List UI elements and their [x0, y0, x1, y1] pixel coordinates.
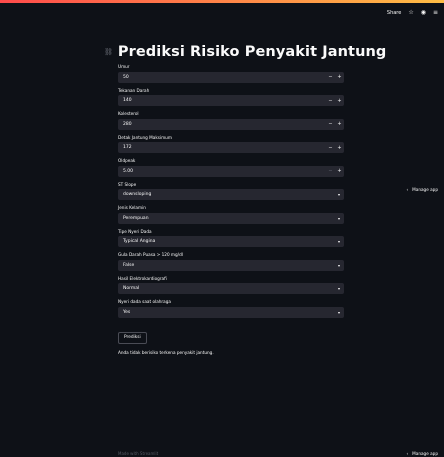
chevron-down-icon[interactable]: ▾: [338, 286, 340, 291]
ekg-value[interactable]: Normal: [118, 286, 344, 291]
oldpeak-input[interactable]: 5.00 − +: [118, 165, 344, 177]
prediksi-button[interactable]: Prediksi: [118, 331, 147, 344]
tekanan-darah-decrement-button[interactable]: −: [326, 98, 335, 104]
oldpeak-label: Oldpeak: [118, 158, 136, 163]
page-header: ⛓ Prediksi Risiko Penyakit Jantung: [104, 44, 386, 60]
star-icon[interactable]: ☆: [408, 10, 413, 16]
manage-app-button-bottom[interactable]: ‹ Manage app: [406, 451, 438, 456]
manage-app-label: Manage app: [412, 187, 438, 192]
tipe-nyeri-value[interactable]: Typical Angina: [118, 239, 344, 244]
chevron-down-icon[interactable]: ▾: [338, 310, 340, 315]
chevron-down-icon[interactable]: ▾: [338, 216, 340, 221]
kolesterol-label: Kolesterol: [118, 111, 139, 116]
jenis-kelamin-value[interactable]: Perempuan: [118, 216, 344, 221]
chevron-down-icon[interactable]: ▾: [338, 263, 340, 268]
umur-decrement-button[interactable]: −: [326, 74, 335, 80]
link-icon[interactable]: ⛓: [104, 48, 113, 56]
prediction-result: Anda tidak berisiko terkena penyakit jan…: [118, 349, 214, 355]
tipe-nyeri-label: Tipe Nyeri Dada: [118, 228, 152, 234]
field-jenis-kelamin: Jenis Kelamin Perempuan ▾: [118, 205, 344, 224]
chevron-left-icon: ‹: [406, 451, 409, 456]
detak-jantung-increment-button[interactable]: +: [335, 145, 344, 151]
menu-icon[interactable]: ≡: [433, 10, 438, 16]
tekanan-darah-value[interactable]: 140: [118, 98, 326, 103]
field-kolesterol: Kolesterol 280 − +: [118, 111, 344, 130]
field-st-slope: ST Slope downsloping ▾: [118, 181, 344, 200]
nyeri-olahraga-label: Nyeri dada saat olahraga: [118, 299, 171, 304]
st-slope-label: ST Slope: [118, 181, 137, 187]
github-icon[interactable]: ◉: [421, 10, 426, 16]
field-detak-jantung: Detak Jantung Maksimum 172 − +: [118, 134, 344, 153]
gula-darah-value[interactable]: False: [118, 263, 344, 268]
field-ekg: Hasil Elektrokardiografi Normal ▾: [118, 275, 344, 294]
jenis-kelamin-select[interactable]: Perempuan ▾: [118, 212, 344, 224]
app-toolbar: Share ☆ ◉ ≡: [387, 10, 438, 17]
detak-jantung-decrement-button[interactable]: −: [326, 145, 335, 151]
kolesterol-increment-button[interactable]: +: [335, 121, 344, 127]
page-title: Prediksi Risiko Penyakit Jantung: [117, 44, 387, 60]
umur-value[interactable]: 50: [118, 75, 326, 80]
jenis-kelamin-label: Jenis Kelamin: [118, 205, 146, 210]
tipe-nyeri-select[interactable]: Typical Angina ▾: [118, 236, 344, 247]
manage-app-label: Manage app: [412, 451, 438, 456]
ekg-select[interactable]: Normal ▾: [118, 283, 344, 294]
tekanan-darah-input[interactable]: 140 − +: [118, 95, 344, 106]
field-nyeri-olahraga: Nyeri dada saat olahraga Yes ▾: [118, 299, 344, 318]
st-slope-value[interactable]: downsloping: [118, 192, 344, 197]
detak-jantung-input[interactable]: 172 − +: [118, 142, 344, 153]
kolesterol-value[interactable]: 280: [118, 122, 326, 127]
oldpeak-increment-button[interactable]: +: [335, 168, 344, 174]
field-gula-darah: Gula Darah Puasa > 120 mg/dl False ▾: [118, 252, 344, 271]
chevron-down-icon[interactable]: ▾: [338, 192, 340, 197]
top-decoration-bar: [0, 0, 444, 3]
umur-increment-button[interactable]: +: [335, 74, 344, 80]
detak-jantung-label: Detak Jantung Maksimum: [118, 134, 172, 140]
field-umur: Umur 50 − +: [118, 64, 344, 83]
kolesterol-input[interactable]: 280 − +: [118, 118, 344, 130]
kolesterol-decrement-button[interactable]: −: [326, 121, 335, 127]
field-oldpeak: Oldpeak 5.00 − +: [118, 158, 344, 177]
share-button[interactable]: Share: [387, 10, 401, 16]
tekanan-darah-increment-button[interactable]: +: [335, 98, 344, 104]
field-tipe-nyeri: Tipe Nyeri Dada Typical Angina ▾: [118, 228, 344, 247]
oldpeak-value[interactable]: 5.00: [118, 169, 326, 174]
field-tekanan-darah: Tekanan Darah 140 − +: [118, 87, 344, 106]
tekanan-darah-label: Tekanan Darah: [118, 87, 150, 93]
nyeri-olahraga-value[interactable]: Yes: [118, 310, 344, 315]
umur-input[interactable]: 50 − +: [118, 71, 344, 83]
gula-darah-label: Gula Darah Puasa > 120 mg/dl: [118, 252, 183, 257]
nyeri-olahraga-select[interactable]: Yes ▾: [118, 306, 344, 318]
gula-darah-select[interactable]: False ▾: [118, 259, 344, 271]
chevron-down-icon[interactable]: ▾: [338, 239, 340, 244]
manage-app-button[interactable]: ‹ Manage app: [406, 187, 438, 192]
chevron-left-icon: ‹: [406, 187, 409, 192]
st-slope-select[interactable]: downsloping ▾: [118, 189, 344, 200]
prediction-form: Umur 50 − + Tekanan Darah 140 − + Kolest…: [118, 64, 344, 355]
oldpeak-decrement-button[interactable]: −: [326, 168, 335, 174]
footer-made-with: Made with Streamlit: [118, 451, 159, 456]
umur-label: Umur: [118, 64, 130, 69]
ekg-label: Hasil Elektrokardiografi: [118, 275, 167, 281]
detak-jantung-value[interactable]: 172: [118, 145, 326, 150]
